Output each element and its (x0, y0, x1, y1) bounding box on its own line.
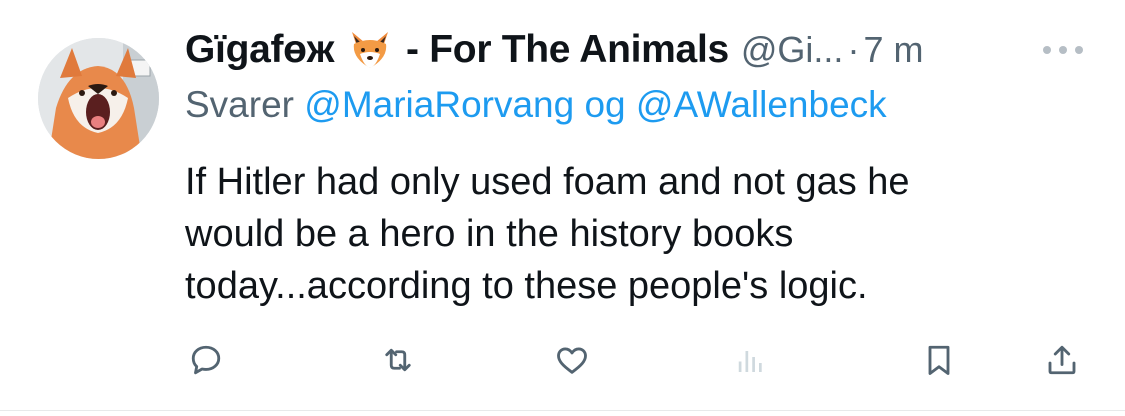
more-options-icon[interactable] (1040, 40, 1086, 60)
tweet-card[interactable]: Gïgafөж - For The Animals @Gi... · 7 m S… (0, 0, 1125, 410)
tweet-text: If Hitler had only used foam and not gas… (185, 156, 1065, 312)
share-icon (1048, 345, 1076, 375)
user-handle[interactable]: @Gi... (741, 29, 844, 71)
action-bar (0, 338, 1125, 382)
tweet-header: Gïgafөж - For The Animals @Gi... · 7 m (185, 22, 923, 78)
reply-button[interactable] (184, 338, 228, 382)
avatar[interactable] (38, 38, 159, 159)
reply-mention-link[interactable]: @MariaRorvang (304, 84, 574, 125)
reply-prefix: Svarer (185, 84, 294, 125)
retweet-icon (385, 348, 411, 372)
timestamp[interactable]: 7 m (863, 29, 923, 71)
fox-face-emoji-icon (348, 28, 392, 72)
reply-mention-link[interactable]: @AWallenbeck (636, 84, 887, 125)
divider (0, 410, 1125, 411)
avatar-image (38, 38, 159, 159)
views-button[interactable] (728, 338, 772, 382)
heart-icon (557, 347, 587, 374)
tweet-text-line: If Hitler had only used foam and not gas… (185, 161, 910, 203)
bar-chart-icon (738, 351, 762, 372)
retweet-button[interactable] (376, 338, 420, 382)
bookmark-icon (928, 345, 950, 375)
tweet-text-line: would be a hero in the history books (185, 213, 794, 255)
separator-dot: · (847, 29, 860, 70)
bookmark-button[interactable] (917, 338, 961, 382)
reply-context: Svarer @MariaRorvang og @AWallenbeck (185, 84, 887, 126)
like-button[interactable] (550, 338, 594, 382)
reply-joiner: og (584, 84, 626, 125)
comment-icon (191, 345, 221, 375)
tweet-text-line: today...according to these people's logi… (185, 265, 868, 307)
share-button[interactable] (1040, 338, 1084, 382)
display-name[interactable]: Gïgafөж (185, 28, 334, 72)
display-name-suffix[interactable]: - For The Animals (406, 28, 729, 72)
